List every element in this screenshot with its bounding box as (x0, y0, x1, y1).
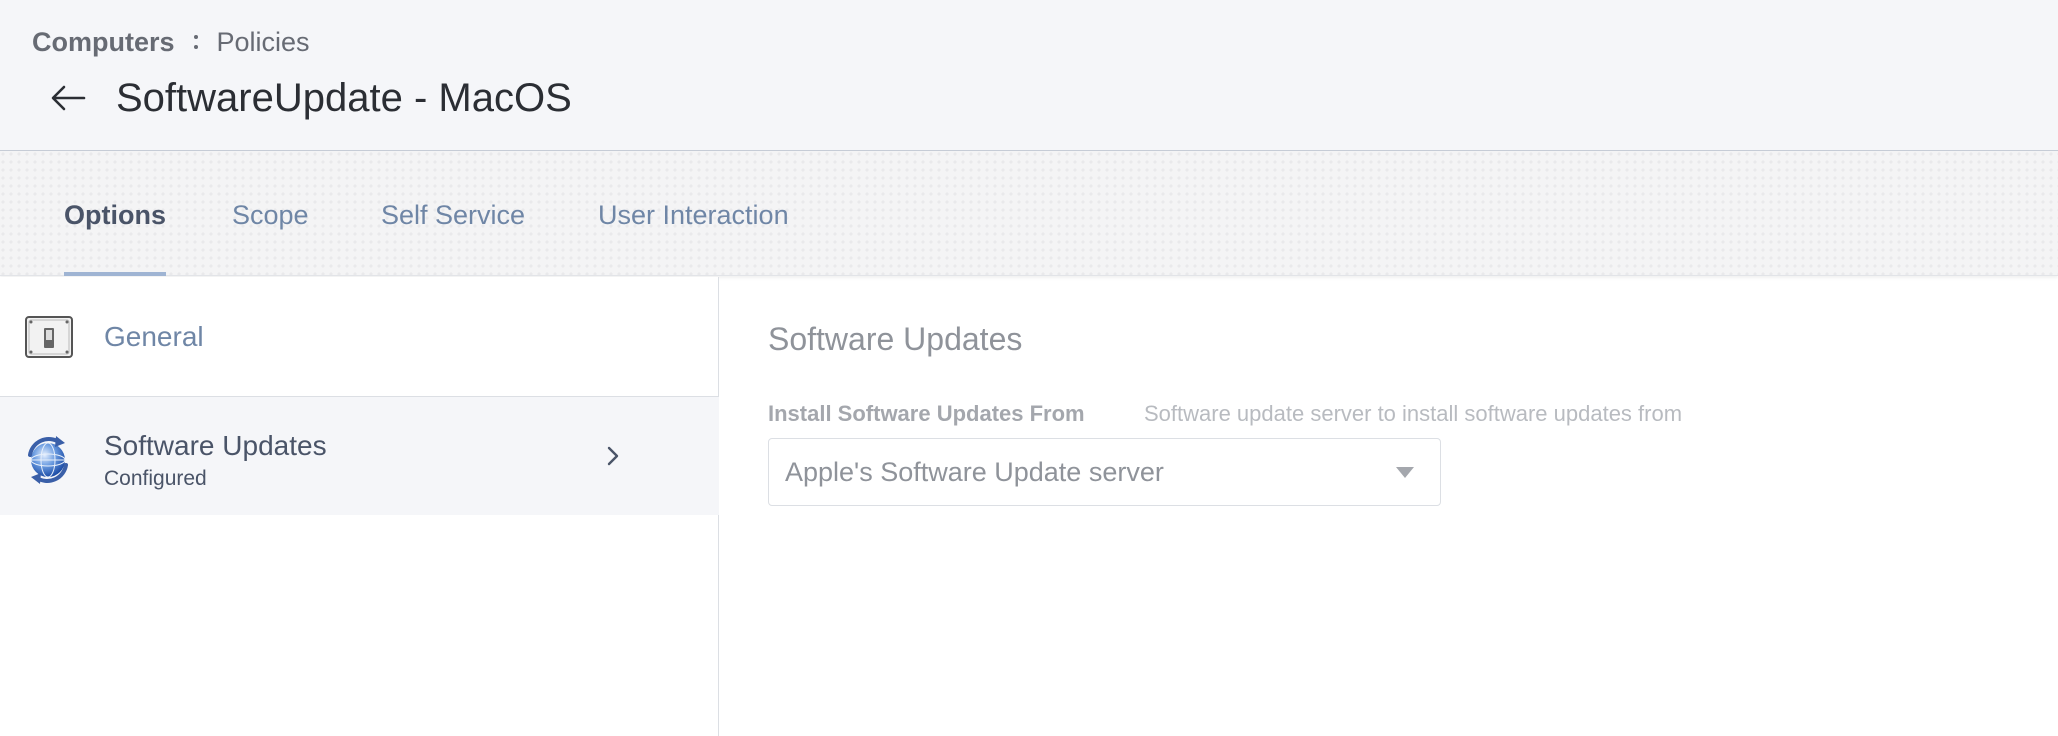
breadcrumb-separator-icon (193, 32, 199, 52)
page-title: SoftwareUpdate - MacOS (116, 76, 572, 120)
page-header: Computers Policies SoftwareUpdate - MacO… (0, 0, 2058, 151)
tab-scope[interactable]: Scope (232, 151, 309, 276)
tab-bar: Options Scope Self Service User Interact… (0, 151, 2058, 276)
tab-self-service[interactable]: Self Service (381, 151, 525, 276)
software-update-globe-icon (28, 436, 68, 484)
breadcrumb-computers[interactable]: Computers (32, 24, 175, 60)
back-button[interactable] (46, 78, 90, 118)
sidebar-item-general[interactable]: General (0, 277, 719, 397)
sidebar: General Software Updates Configured (0, 277, 719, 736)
arrow-left-icon (51, 85, 86, 111)
select-value: Apple's Software Update server (785, 457, 1164, 487)
sidebar-item-status: Configured (104, 467, 207, 490)
sidebar-item-label: Software Updates (104, 430, 327, 461)
sidebar-item-label: General (104, 321, 204, 352)
chevron-right-icon (607, 446, 619, 466)
software-update-server-select[interactable]: Apple's Software Update server (768, 438, 1441, 506)
field-label: Install Software Updates From (768, 401, 1085, 426)
sidebar-item-software-updates[interactable]: Software Updates Configured (0, 397, 719, 515)
section-title: Software Updates (768, 321, 1023, 357)
toggle-switch-icon (25, 316, 73, 358)
caret-down-icon (1396, 467, 1414, 478)
breadcrumb: Computers Policies (32, 24, 310, 60)
field-help-text: Software update server to install softwa… (1144, 401, 1683, 426)
tab-options[interactable]: Options (64, 151, 166, 276)
tab-user-interaction[interactable]: User Interaction (598, 151, 789, 276)
breadcrumb-policies[interactable]: Policies (217, 24, 310, 60)
